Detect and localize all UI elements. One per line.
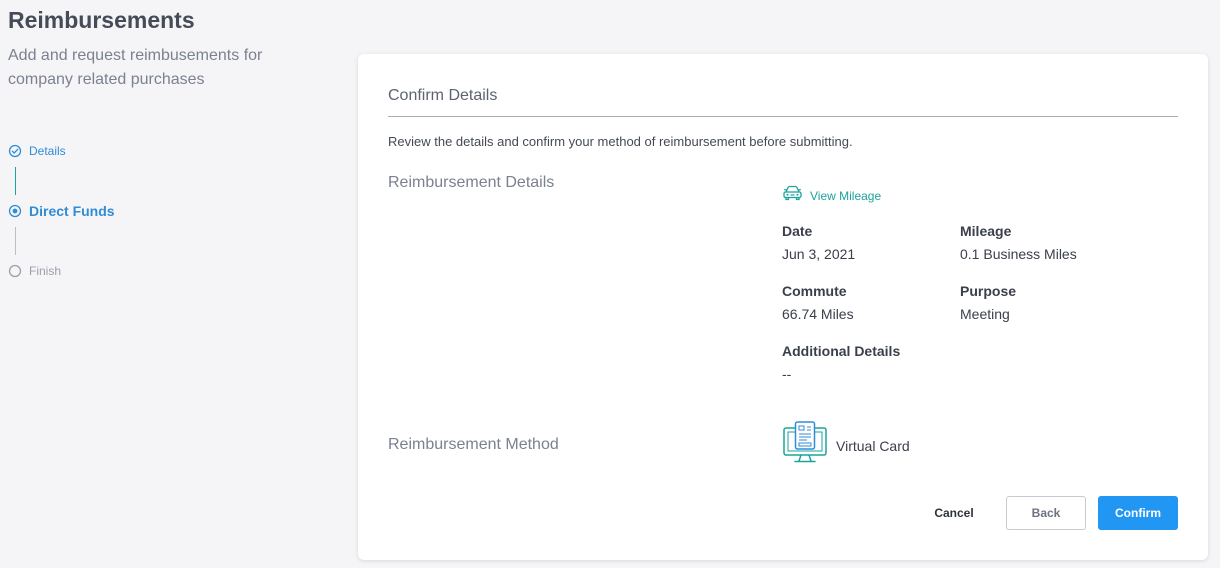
step-details[interactable]: Details	[8, 143, 115, 159]
step-direct-funds[interactable]: Direct Funds	[8, 203, 115, 219]
reimbursement-method-option: Virtual Card	[782, 420, 910, 471]
cancel-button[interactable]: Cancel	[918, 496, 990, 530]
detail-value: Meeting	[960, 306, 1010, 322]
stepper: Details Direct Funds Finish	[8, 143, 115, 279]
back-button[interactable]: Back	[1006, 496, 1086, 530]
car-icon	[782, 184, 803, 207]
step-finish[interactable]: Finish	[8, 263, 115, 279]
method-label: Virtual Card	[836, 437, 910, 454]
detail-mileage: Mileage 0.1 Business Miles	[960, 223, 1077, 262]
confirm-button[interactable]: Confirm	[1098, 496, 1178, 530]
view-mileage-link[interactable]: View Mileage	[782, 184, 881, 207]
detail-date: Date Jun 3, 2021	[782, 223, 855, 262]
check-circle-icon	[8, 144, 22, 158]
radio-dot-icon	[8, 204, 22, 218]
detail-value: Jun 3, 2021	[782, 246, 856, 262]
step-label: Direct Funds	[29, 203, 115, 219]
card-title: Confirm Details	[388, 87, 498, 104]
card-description: Review the details and confirm your meth…	[388, 134, 853, 149]
detail-value: 66.74 Miles	[782, 306, 854, 322]
virtual-card-monitor-icon	[782, 420, 828, 471]
detail-label: Commute	[782, 283, 847, 299]
page-subtitle: Add and request reimbusements for compan…	[8, 47, 263, 88]
detail-commute: Commute 66.74 Miles	[782, 283, 854, 322]
detail-label: Mileage	[960, 223, 1012, 239]
reimbursement-details-heading: Reimbursement Details	[388, 174, 555, 191]
step-label: Details	[29, 144, 66, 158]
detail-value: --	[782, 366, 792, 382]
detail-label: Additional Details	[782, 343, 901, 359]
empty-circle-icon	[8, 264, 22, 278]
step-connector	[15, 167, 16, 195]
step-label: Finish	[29, 264, 62, 278]
detail-additional: Additional Details --	[782, 343, 900, 382]
detail-label: Purpose	[960, 283, 1017, 299]
confirm-card: Confirm Details Review the details and c…	[358, 54, 1208, 560]
view-mileage-label: View Mileage	[810, 188, 882, 203]
divider	[388, 116, 1178, 117]
reimbursement-method-heading: Reimbursement Method	[388, 436, 559, 453]
page-title: Reimbursements	[8, 7, 195, 33]
detail-value: 0.1 Business Miles	[960, 246, 1077, 262]
detail-label: Date	[782, 223, 813, 239]
step-connector	[15, 227, 16, 255]
detail-purpose: Purpose Meeting	[960, 283, 1016, 322]
